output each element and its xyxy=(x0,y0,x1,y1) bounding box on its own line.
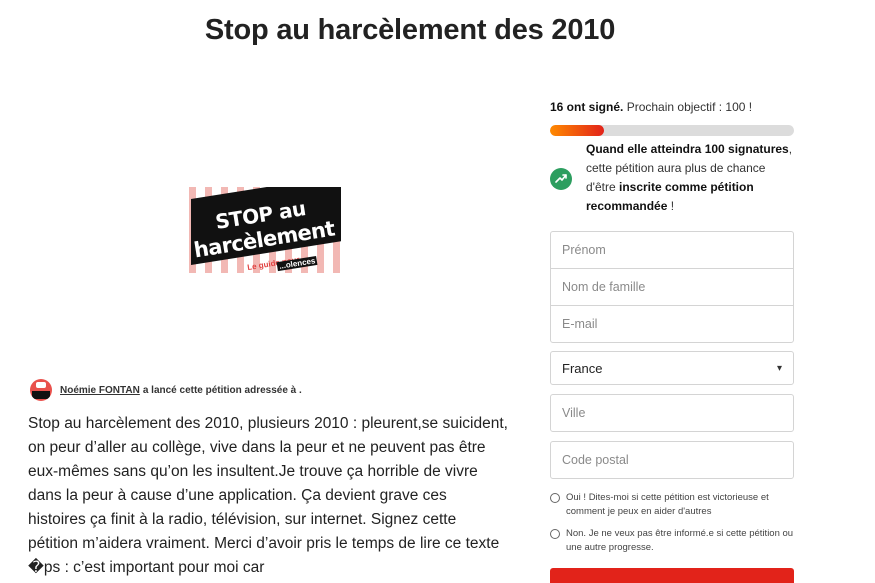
signature-progress-fill xyxy=(550,125,604,136)
chevron-down-icon: ▾ xyxy=(776,362,782,374)
page-title: Stop au harcèlement des 2010 xyxy=(204,14,616,46)
opt-in-radio[interactable] xyxy=(550,493,560,503)
email-field[interactable] xyxy=(550,305,794,343)
city-field[interactable] xyxy=(550,394,794,432)
goal-callout-text: Quand elle atteindra 100 signatures, cet… xyxy=(586,140,794,216)
petition-image: STOP au harcèlement ! Le guide pour ...o… xyxy=(189,187,341,273)
goal-end: ! xyxy=(667,199,675,213)
opt-out-label: Non. Je ne veux pas être informé.e si ce… xyxy=(566,528,794,553)
signature-count-bold: 16 ont signé. xyxy=(550,100,624,114)
city-input[interactable] xyxy=(551,395,793,431)
first-name-field[interactable] xyxy=(550,231,794,269)
trending-up-icon xyxy=(550,168,572,190)
country-select[interactable]: France ▾ xyxy=(550,351,794,385)
signature-count: 16 ont signé. Prochain objectif : 100 ! xyxy=(550,100,794,114)
author-action-text: a lancé cette pétition adressée à . xyxy=(142,384,302,396)
opt-out-radio[interactable] xyxy=(550,529,560,539)
postal-code-input[interactable] xyxy=(551,442,793,478)
goal-bold-1: Quand elle atteindra 100 signatures xyxy=(586,142,789,156)
signature-progress-bar xyxy=(550,125,794,136)
author-name-link[interactable]: Noémie FONTAN xyxy=(60,385,140,396)
email-input[interactable] xyxy=(551,306,793,342)
goal-callout: Quand elle atteindra 100 signatures, cet… xyxy=(550,140,794,216)
first-name-input[interactable] xyxy=(551,232,793,268)
author-avatar[interactable] xyxy=(30,379,52,401)
last-name-input[interactable] xyxy=(551,269,793,305)
sign-petition-button[interactable] xyxy=(550,568,794,583)
petition-description: Stop au harcèlement des 2010, plusieurs … xyxy=(28,415,508,576)
author-line: Noémie FONTAN a lancé cette pétition adr… xyxy=(30,379,302,401)
postal-code-field[interactable] xyxy=(550,441,794,479)
opt-in-radio-option[interactable]: Oui ! Dites-moi si cette pétition est vi… xyxy=(550,491,800,519)
country-select-value: France xyxy=(562,360,603,376)
opt-out-radio-option[interactable]: Non. Je ne veux pas être informé.e si ce… xyxy=(550,527,800,555)
last-name-field[interactable] xyxy=(550,268,794,306)
opt-in-label: Oui ! Dites-moi si cette pétition est vi… xyxy=(566,492,769,517)
signature-goal: Prochain objectif : 100 ! xyxy=(626,100,753,114)
